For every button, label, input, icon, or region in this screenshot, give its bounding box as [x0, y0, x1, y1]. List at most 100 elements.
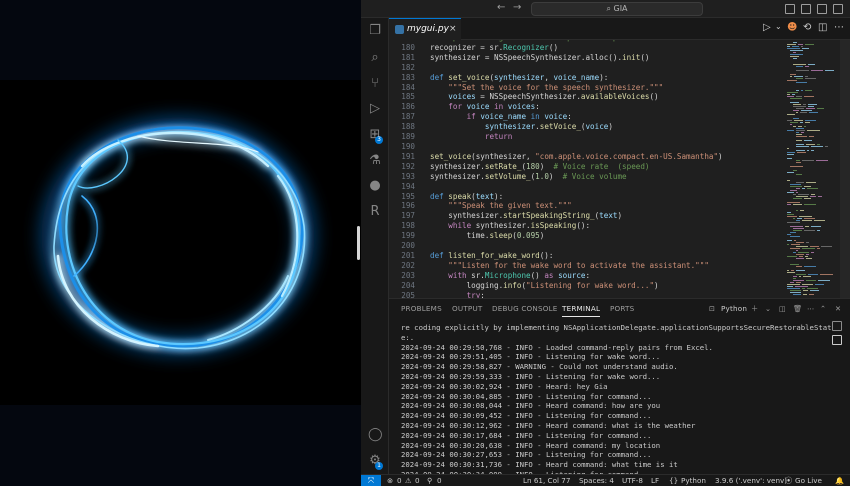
account-icon[interactable]: ◯: [368, 428, 383, 442]
code-line[interactable]: return: [430, 132, 723, 142]
search-icon[interactable]: ⌕: [368, 51, 382, 65]
github-icon[interactable]: ●: [368, 179, 382, 193]
split-divider-handle[interactable]: [357, 226, 360, 260]
code-line[interactable]: [430, 142, 723, 152]
language-braces-icon[interactable]: {}: [669, 476, 678, 485]
tab-terminal[interactable]: TERMINAL: [562, 304, 600, 313]
code-line[interactable]: [430, 63, 723, 73]
more-actions-icon[interactable]: ⋯: [834, 22, 844, 33]
cursor-position[interactable]: Ln 61, Col 77: [523, 476, 570, 485]
code-line[interactable]: [430, 182, 723, 192]
code-line[interactable]: synthesizer.startSpeakingString_(text): [430, 211, 723, 221]
run-dropdown-icon[interactable]: ⌄: [775, 22, 782, 31]
tab-ports[interactable]: PORTS: [610, 304, 634, 313]
minimap-line: [790, 184, 801, 185]
maximize-panel-icon[interactable]: ⌃: [820, 304, 826, 313]
code-line[interactable]: """Speak the given text.""": [430, 201, 723, 211]
terminal-shell-icon[interactable]: ⊡: [709, 304, 715, 313]
code-editor[interactable]: 1791801811821831841851861871881891901911…: [389, 40, 850, 298]
close-tab-icon[interactable]: ×: [449, 19, 457, 39]
code-line[interactable]: voices = NSSpeechSynthesizer.availableVo…: [430, 92, 723, 102]
line-number: 194: [401, 181, 415, 191]
explorer-icon[interactable]: ❐: [368, 24, 382, 38]
run-python-file-icon[interactable]: ▷: [763, 22, 771, 33]
code-content[interactable]: # Speech recognition and response setupr…: [430, 40, 723, 298]
line-number: 180: [401, 42, 415, 52]
notifications-bell-icon[interactable]: 🔔: [835, 476, 844, 485]
code-line[interactable]: while synthesizer.isSpeaking():: [430, 221, 723, 231]
code-line[interactable]: synthesizer.setVolume_(1.0) # Voice volu…: [430, 172, 723, 182]
code-line[interactable]: synthesizer.setVoice_(voice): [430, 122, 723, 132]
testing-icon[interactable]: ⚗: [368, 154, 382, 168]
terminal-shell-name[interactable]: Python: [721, 304, 747, 313]
code-line[interactable]: """Set the voice for the speech synthesi…: [430, 83, 723, 93]
minimap-line: [820, 274, 833, 275]
code-line[interactable]: set_voice(synthesizer, "com.apple.voice.…: [430, 152, 723, 162]
copilot-icon[interactable]: ☻: [787, 22, 797, 33]
kill-terminal-icon[interactable]: 🗑: [793, 304, 802, 313]
new-terminal-icon[interactable]: ＋: [751, 304, 758, 314]
code-line[interactable]: for voice in voices:: [430, 102, 723, 112]
minimap-line: [804, 186, 811, 187]
errors-count[interactable]: 0: [397, 476, 402, 485]
minimap-line: [787, 234, 791, 235]
tab-output[interactable]: OUTPUT: [452, 304, 483, 313]
toggle-panel-icon[interactable]: [801, 4, 811, 14]
ports-icon[interactable]: ⚲: [427, 476, 432, 485]
terminal-output[interactable]: re coding explicitly by implementing NSA…: [401, 323, 832, 486]
python-interpreter[interactable]: 3.9.6 ('.venv': venv): [715, 476, 787, 485]
run-debug-icon[interactable]: ▷: [368, 102, 382, 116]
close-panel-icon[interactable]: ✕: [835, 304, 841, 313]
customize-layout-icon[interactable]: [833, 4, 843, 14]
language-mode[interactable]: Python: [681, 476, 706, 485]
code-line[interactable]: """Listen for the wake word to activate …: [430, 261, 723, 271]
toggle-primary-sidebar-icon[interactable]: [785, 4, 795, 14]
terminal-instance-active-icon[interactable]: [832, 335, 842, 345]
code-line[interactable]: try:: [430, 291, 723, 298]
split-editor-icon[interactable]: ◫: [818, 22, 827, 33]
minimap-line: [787, 120, 792, 121]
end-of-line[interactable]: LF: [651, 476, 659, 485]
source-control-icon[interactable]: ⑂: [368, 77, 382, 91]
go-live-button[interactable]: Go Live: [795, 476, 822, 485]
remote-indicator-icon[interactable]: ⤧: [361, 475, 381, 486]
tab-problems[interactable]: PROBLEMS: [401, 304, 442, 313]
code-line[interactable]: def listen_for_wake_word():: [430, 251, 723, 261]
command-center-search[interactable]: ⌕ GIA: [531, 2, 703, 16]
encoding[interactable]: UTF-8: [622, 476, 643, 485]
r-icon[interactable]: R: [368, 205, 382, 219]
code-line[interactable]: if voice_name in voice:: [430, 112, 723, 122]
code-line[interactable]: synthesizer = NSSpeechSynthesizer.alloc(…: [430, 53, 723, 63]
code-line[interactable]: time.sleep(0.095): [430, 231, 723, 241]
open-changes-icon[interactable]: ⟲: [803, 22, 811, 33]
go-live-icon[interactable]: ⦿: [785, 476, 792, 486]
errors-icon[interactable]: ⊗: [387, 476, 393, 485]
minimap-line: [817, 230, 820, 231]
minimap-line: [793, 110, 799, 111]
ports-count[interactable]: 0: [437, 476, 442, 485]
tab-debug-console[interactable]: DEBUG CONSOLE: [492, 304, 558, 313]
editor-scrollbar[interactable]: [840, 40, 850, 298]
minimap-line: [804, 140, 812, 141]
code-line[interactable]: [430, 241, 723, 251]
code-line[interactable]: def speak(text):: [430, 192, 723, 202]
terminal-dropdown-icon[interactable]: ⌄: [765, 304, 771, 313]
code-line[interactable]: recognizer = sr.Recognizer(): [430, 43, 723, 53]
code-line[interactable]: logging.info("Listening for wake word...…: [430, 281, 723, 291]
toggle-secondary-sidebar-icon[interactable]: [817, 4, 827, 14]
minimap[interactable]: [787, 40, 837, 298]
minimap-line: [796, 162, 801, 163]
back-arrow-icon[interactable]: ←: [497, 2, 505, 13]
minimap-line: [787, 92, 798, 93]
terminal-instance-icon[interactable]: [832, 321, 842, 331]
code-line[interactable]: with sr.Microphone() as source:: [430, 271, 723, 281]
warnings-count[interactable]: 0: [415, 476, 420, 485]
split-terminal-icon[interactable]: ◫: [779, 304, 786, 313]
tab-mygui-py[interactable]: mygui.py ×: [389, 18, 461, 40]
code-line[interactable]: synthesizer.setRate_(180) # Voice rate (…: [430, 162, 723, 172]
more-actions-icon[interactable]: ⋯: [807, 304, 814, 313]
code-line[interactable]: def set_voice(synthesizer, voice_name):: [430, 73, 723, 83]
forward-arrow-icon[interactable]: →: [513, 2, 521, 13]
indentation[interactable]: Spaces: 4: [579, 476, 614, 485]
warnings-icon[interactable]: ⚠: [405, 476, 411, 485]
